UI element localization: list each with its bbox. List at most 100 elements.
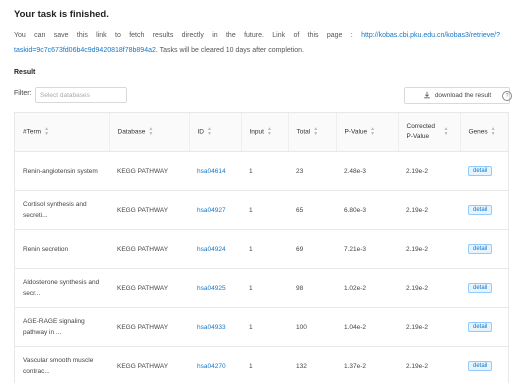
pathway-id-cell: hsa04924 bbox=[189, 230, 241, 269]
term-cell: Aldosterone synthesis and secr... bbox=[15, 269, 109, 308]
input-count-cell: 1 bbox=[249, 246, 253, 253]
input-count-cell: 1 bbox=[241, 191, 288, 230]
database-cell: KEGG PATHWAY bbox=[117, 285, 168, 292]
download-result-button[interactable]: download the result bbox=[404, 87, 510, 104]
table-header-row: #Term▲▼ Database▲▼ ID▲▼ Input▲▼ Total▲▼ … bbox=[15, 113, 508, 152]
genes-detail-button[interactable]: detail bbox=[468, 283, 492, 293]
database-cell: KEGG PATHWAY bbox=[117, 363, 168, 370]
input-count-cell: 1 bbox=[249, 324, 253, 331]
input-count-cell: 1 bbox=[241, 152, 288, 191]
header-corrected-label: Corrected P-Value bbox=[407, 122, 441, 142]
header-genes[interactable]: Genes▲▼ bbox=[460, 113, 508, 152]
table-row: Renin secretion KEGG PATHWAY hsa04924 1 69 7.… bbox=[15, 230, 508, 269]
results-table: #Term▲▼ Database▲▼ ID▲▼ Input▲▼ Total▲▼ … bbox=[15, 113, 508, 383]
database-filter-select[interactable] bbox=[35, 87, 127, 103]
pathway-id-cell: hsa04270 bbox=[189, 347, 241, 383]
corrected-pvalue-cell: 2.19e-2 bbox=[406, 168, 428, 175]
database-cell: KEGG PATHWAY bbox=[117, 246, 168, 253]
pathway-id-cell: hsa04614 bbox=[189, 152, 241, 191]
total-count-cell: 23 bbox=[296, 168, 303, 175]
corrected-pvalue-cell: 2.19e-2 bbox=[406, 285, 428, 292]
input-count-cell: 1 bbox=[241, 308, 288, 347]
corrected-pvalue-cell: 2.19e-2 bbox=[406, 363, 428, 370]
table-row: Renin-angiotensin system KEGG PATHWAY hsa0… bbox=[15, 152, 508, 191]
corrected-pvalue-cell: 2.19e-2 bbox=[398, 347, 460, 383]
corrected-pvalue-cell: 2.19e-2 bbox=[398, 230, 460, 269]
pvalue-cell: 1.02e-2 bbox=[336, 269, 398, 308]
genes-detail-cell: detail bbox=[460, 308, 508, 347]
pathway-id-link[interactable]: hsa04270 bbox=[197, 363, 226, 370]
total-count-cell: 98 bbox=[288, 269, 336, 308]
header-total[interactable]: Total▲▼ bbox=[288, 113, 336, 152]
corrected-pvalue-cell: 2.19e-2 bbox=[398, 152, 460, 191]
database-cell: KEGG PATHWAY bbox=[109, 347, 189, 383]
input-count-cell: 1 bbox=[249, 285, 253, 292]
table-row: Vascular smooth muscle contrac... KEGG PA… bbox=[15, 347, 508, 383]
pathway-id-link[interactable]: hsa04927 bbox=[197, 207, 226, 214]
database-cell: KEGG PATHWAY bbox=[117, 324, 168, 331]
task-finished-title: Your task is finished. bbox=[14, 9, 109, 20]
header-database[interactable]: Database▲▼ bbox=[109, 113, 189, 152]
header-corrected-pvalue[interactable]: Corrected P-Value▲▼ bbox=[398, 113, 460, 152]
sort-icon: ▲▼ bbox=[370, 127, 375, 137]
genes-detail-button[interactable]: detail bbox=[468, 166, 492, 176]
database-cell: KEGG PATHWAY bbox=[109, 191, 189, 230]
header-id[interactable]: ID▲▼ bbox=[189, 113, 241, 152]
pvalue-cell: 1.04e-2 bbox=[344, 324, 366, 331]
term-cell: Renin secretion bbox=[15, 230, 109, 269]
input-count-cell: 1 bbox=[249, 207, 253, 214]
total-count-cell: 132 bbox=[296, 363, 307, 370]
genes-detail-button[interactable]: detail bbox=[468, 244, 492, 254]
database-cell: KEGG PATHWAY bbox=[117, 207, 168, 214]
total-count-cell: 69 bbox=[296, 246, 303, 253]
input-count-cell: 1 bbox=[249, 168, 253, 175]
term-cell: Cortisol synthesis and secreti... bbox=[23, 201, 87, 219]
term-cell: Renin-angiotensin system bbox=[23, 168, 98, 175]
term-cell: Vascular smooth muscle contrac... bbox=[15, 347, 109, 383]
input-count-cell: 1 bbox=[241, 347, 288, 383]
genes-detail-cell: detail bbox=[460, 269, 508, 308]
pathway-id-link[interactable]: hsa04925 bbox=[197, 285, 226, 292]
header-input[interactable]: Input▲▼ bbox=[241, 113, 288, 152]
total-count-cell: 100 bbox=[288, 308, 336, 347]
database-cell: KEGG PATHWAY bbox=[109, 269, 189, 308]
header-total-label: Total bbox=[297, 129, 311, 136]
pvalue-cell: 6.80e-3 bbox=[344, 207, 366, 214]
pvalue-cell: 7.21e-3 bbox=[344, 246, 366, 253]
sort-icon: ▲▼ bbox=[444, 127, 449, 137]
pvalue-cell: 2.48e-3 bbox=[344, 168, 366, 175]
filter-toolbar: Filter: download the result ? bbox=[14, 87, 500, 105]
genes-detail-cell: detail bbox=[460, 191, 508, 230]
help-icon[interactable]: ? bbox=[502, 91, 512, 101]
pvalue-cell: 1.04e-2 bbox=[336, 308, 398, 347]
pvalue-cell: 6.80e-3 bbox=[336, 191, 398, 230]
corrected-pvalue-cell: 2.19e-2 bbox=[398, 308, 460, 347]
sort-icon: ▲▼ bbox=[313, 127, 318, 137]
header-term-label: #Term bbox=[23, 129, 41, 136]
pathway-id-cell: hsa04933 bbox=[189, 308, 241, 347]
header-term[interactable]: #Term▲▼ bbox=[15, 113, 109, 152]
pathway-id-link[interactable]: hsa04614 bbox=[197, 168, 226, 175]
pathway-id-link[interactable]: hsa04933 bbox=[197, 324, 226, 331]
pvalue-cell: 2.48e-3 bbox=[336, 152, 398, 191]
genes-detail-button[interactable]: detail bbox=[468, 205, 492, 215]
database-cell: KEGG PATHWAY bbox=[117, 168, 168, 175]
genes-detail-button[interactable]: detail bbox=[468, 361, 492, 371]
total-count-cell: 132 bbox=[288, 347, 336, 383]
term-cell: AGE-RAGE signaling pathway in ... bbox=[23, 318, 85, 336]
header-pvalue[interactable]: P-Value▲▼ bbox=[336, 113, 398, 152]
sort-icon: ▲▼ bbox=[207, 127, 212, 137]
database-cell: KEGG PATHWAY bbox=[109, 152, 189, 191]
genes-detail-cell: detail bbox=[460, 230, 508, 269]
genes-detail-button[interactable]: detail bbox=[468, 322, 492, 332]
genes-detail-cell: detail bbox=[460, 347, 508, 383]
header-genes-label: Genes bbox=[469, 129, 488, 136]
download-label: download the result bbox=[435, 92, 491, 99]
pathway-id-cell: hsa04927 bbox=[189, 191, 241, 230]
term-cell: Renin-angiotensin system bbox=[15, 152, 109, 191]
input-count-cell: 1 bbox=[241, 269, 288, 308]
pathway-id-link[interactable]: hsa04924 bbox=[197, 246, 226, 253]
table-row: Aldosterone synthesis and secr... KEGG PA… bbox=[15, 269, 508, 308]
total-count-cell: 65 bbox=[296, 207, 303, 214]
total-count-cell: 23 bbox=[288, 152, 336, 191]
